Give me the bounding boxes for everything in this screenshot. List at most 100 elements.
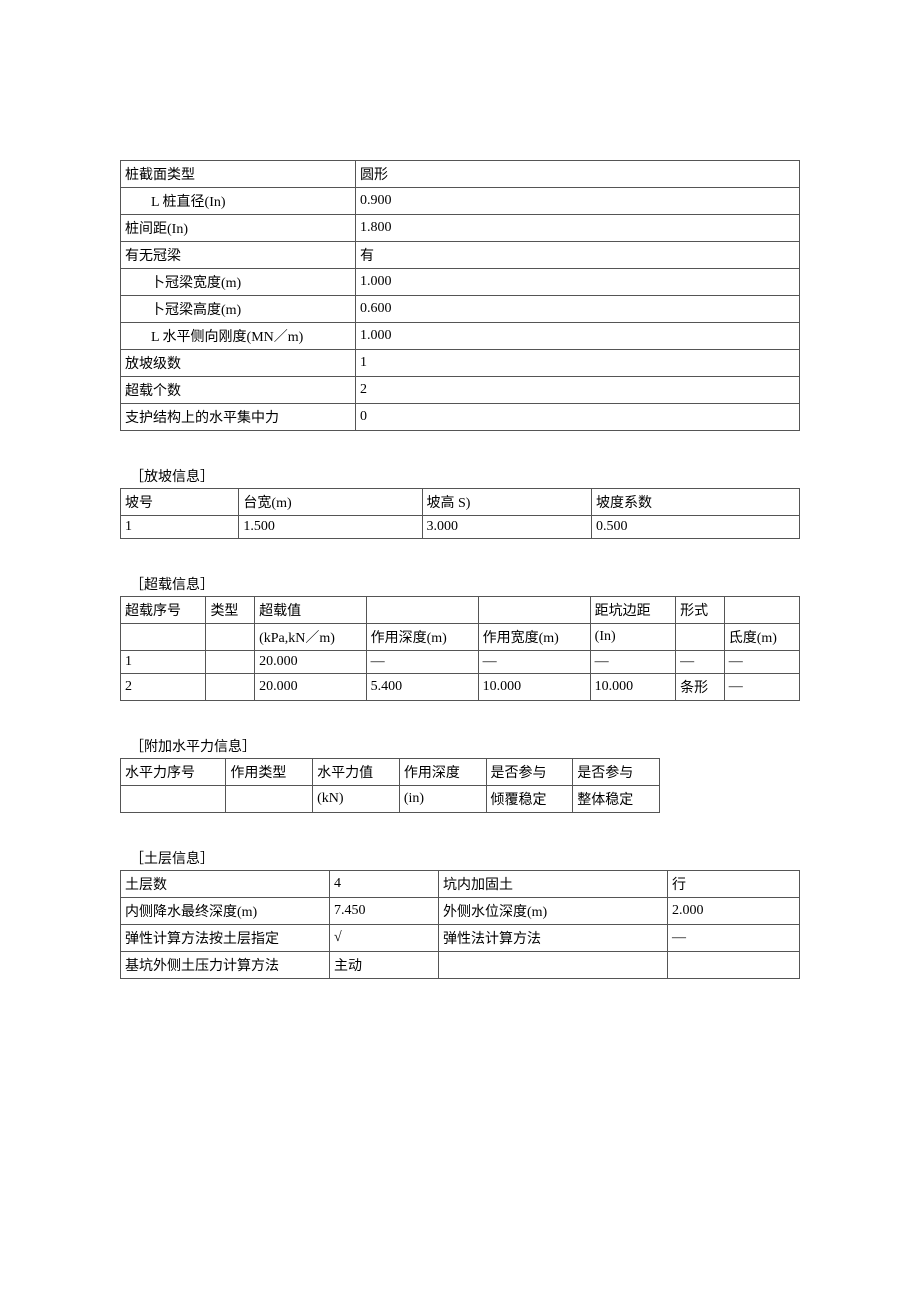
cell: 坑内加固土: [439, 871, 668, 898]
cell: 土层数: [121, 871, 330, 898]
cell: 2: [121, 674, 206, 701]
column-header: 作用类型: [226, 759, 313, 786]
column-header: 作用宽度(m): [478, 624, 590, 651]
cell: 20.000: [255, 651, 367, 674]
table-row: L 水平侧向刚度(MN／m)1.000: [121, 323, 800, 350]
param-label: 桩截面类型: [121, 161, 356, 188]
table-row: 卜冠梁宽度(m)1.000: [121, 269, 800, 296]
cell: —: [366, 651, 478, 674]
cell: 20.000: [255, 674, 367, 701]
column-header: (in): [399, 786, 486, 813]
cell: 内侧降水最终深度(m): [121, 898, 330, 925]
cell: 主动: [330, 952, 439, 979]
cell: 条形: [676, 674, 725, 701]
cell: 3.000: [422, 516, 591, 539]
param-value: 2: [356, 377, 800, 404]
overload-table: 超载序号类型超载值距坑边距形式(kPa,kN／m)作用深度(m)作用宽度(m)(…: [120, 596, 800, 701]
param-label: L 水平侧向刚度(MN／m): [121, 323, 356, 350]
param-value: 0.900: [356, 188, 800, 215]
column-header: 坡度系数: [591, 489, 799, 516]
cell: 4: [330, 871, 439, 898]
cell: 行: [668, 871, 800, 898]
cell: 10.000: [590, 674, 675, 701]
table-row: 弹性计算方法按土层指定√弹性法计算方法—: [121, 925, 800, 952]
param-value: 1.000: [356, 269, 800, 296]
column-header: 是否参与: [573, 759, 660, 786]
table-row: 有无冠梁有: [121, 242, 800, 269]
column-header: 作用深度(m): [366, 624, 478, 651]
column-header: 整体稳定: [573, 786, 660, 813]
cell: 1: [121, 516, 239, 539]
cell: —: [590, 651, 675, 674]
cell: 1.500: [239, 516, 422, 539]
table-header-row: 水平力序号作用类型水平力值作用深度是否参与是否参与: [121, 759, 660, 786]
cell: —: [668, 925, 800, 952]
column-header: 水平力序号: [121, 759, 226, 786]
param-value: 圆形: [356, 161, 800, 188]
column-header: 氐度(m): [724, 624, 799, 651]
soil-table: 土层数4坑内加固土行内侧降水最终深度(m)7.450外侧水位深度(m)2.000…: [120, 870, 800, 979]
cell: [206, 651, 255, 674]
column-header: [366, 597, 478, 624]
column-header: (kN): [313, 786, 400, 813]
column-header: 台宽(m): [239, 489, 422, 516]
table-row: 桩截面类型圆形: [121, 161, 800, 188]
param-label: 支护结构上的水平集中力: [121, 404, 356, 431]
param-label: 超载个数: [121, 377, 356, 404]
table-row: 支护结构上的水平集中力0: [121, 404, 800, 431]
param-value: 1.800: [356, 215, 800, 242]
cell: 0.500: [591, 516, 799, 539]
cell: —: [676, 651, 725, 674]
column-header: 超载值: [255, 597, 367, 624]
cell: [439, 952, 668, 979]
cell: [206, 674, 255, 701]
column-header: 超载序号: [121, 597, 206, 624]
column-header: 形式: [676, 597, 725, 624]
cell: —: [724, 674, 799, 701]
cell: 2.000: [668, 898, 800, 925]
column-header: 类型: [206, 597, 255, 624]
param-value: 0.600: [356, 296, 800, 323]
basic-params-table: 桩截面类型圆形L 桩直径(In)0.900桩间距(In)1.800有无冠梁有卜冠…: [120, 160, 800, 431]
soil-title: ［土层信息］: [120, 848, 800, 868]
column-header: 水平力值: [313, 759, 400, 786]
table-row: 220.0005.40010.00010.000条形—: [121, 674, 800, 701]
table-row: 内侧降水最终深度(m)7.450外侧水位深度(m)2.000: [121, 898, 800, 925]
table-row: L 桩直径(In)0.900: [121, 188, 800, 215]
column-header: 倾覆稳定: [486, 786, 573, 813]
column-header: 作用深度: [399, 759, 486, 786]
column-header: (kPa,kN／m): [255, 624, 367, 651]
table-header-row: (kPa,kN／m)作用深度(m)作用宽度(m)(In) 氐度(m): [121, 624, 800, 651]
param-value: 有: [356, 242, 800, 269]
param-label: 放坡级数: [121, 350, 356, 377]
param-value: 1.000: [356, 323, 800, 350]
cell: 7.450: [330, 898, 439, 925]
table-row: 放坡级数1: [121, 350, 800, 377]
param-value: 0: [356, 404, 800, 431]
param-label: 卜冠梁宽度(m): [121, 269, 356, 296]
table-row: 桩间距(In)1.800: [121, 215, 800, 242]
cell: 10.000: [478, 674, 590, 701]
column-header: [121, 624, 206, 651]
cell: —: [724, 651, 799, 674]
cell: 弹性计算方法按土层指定: [121, 925, 330, 952]
hforce-table: 水平力序号作用类型水平力值作用深度是否参与是否参与(kN)(in)倾覆稳定整体稳…: [120, 758, 660, 813]
table-row: 卜冠梁高度(m)0.600: [121, 296, 800, 323]
hforce-title: ［附加水平力信息］: [120, 736, 800, 756]
column-header: [226, 786, 313, 813]
cell: [668, 952, 800, 979]
param-label: 卜冠梁高度(m): [121, 296, 356, 323]
param-label: 桩间距(In): [121, 215, 356, 242]
overload-title: ［超载信息］: [120, 574, 800, 594]
table-row: 超载个数2: [121, 377, 800, 404]
param-value: 1: [356, 350, 800, 377]
cell: 弹性法计算方法: [439, 925, 668, 952]
column-header: 距坑边距: [590, 597, 675, 624]
column-header: (In): [590, 624, 675, 651]
column-header: [724, 597, 799, 624]
column-header: 坡高 S): [422, 489, 591, 516]
table-header-row: 超载序号类型超载值 距坑边距形式: [121, 597, 800, 624]
cell: √: [330, 925, 439, 952]
table-row: 土层数4坑内加固土行: [121, 871, 800, 898]
column-header: [676, 624, 725, 651]
